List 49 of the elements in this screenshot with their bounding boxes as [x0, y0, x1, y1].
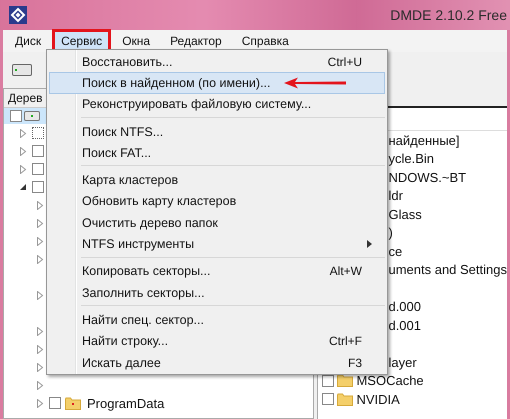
file-name[interactable]: NVIDIA [356, 392, 400, 407]
checkbox[interactable] [32, 127, 44, 139]
window-title: DMDE 2.10.2 Free [390, 7, 507, 23]
menu-item[interactable]: Заполнить секторы... [49, 282, 385, 304]
file-name[interactable]: d.001 [388, 318, 422, 333]
menu-bar-item[interactable]: Диск [6, 29, 50, 53]
checkbox[interactable] [49, 397, 61, 409]
file-name[interactable]: ce [388, 244, 402, 259]
folder-icon [337, 374, 354, 388]
file-name[interactable]: ) [388, 225, 393, 240]
panel-header: Дерев [8, 91, 43, 105]
menu-item[interactable]: Искать далее F3 [49, 352, 385, 374]
drive-icon [24, 111, 40, 121]
menu-bar-item[interactable]: Редактор [161, 29, 231, 53]
menu-item[interactable]: Копировать секторы... Alt+W [49, 260, 385, 282]
checkbox[interactable] [10, 110, 22, 122]
diamond-icon [9, 6, 27, 24]
menu-item[interactable]: Восстановить... Ctrl+U [49, 51, 385, 72]
folder-icon [337, 392, 354, 406]
file-name[interactable]: ycle.Bin [388, 151, 434, 166]
menu-item[interactable]: Реконструировать файловую систему... [49, 94, 385, 115]
menu-bar-item[interactable]: Окна [113, 29, 160, 53]
checkbox[interactable] [32, 163, 44, 175]
menu-bar-item[interactable]: Справка [232, 29, 298, 53]
menu-item[interactable]: NTFS инструменты [49, 233, 385, 255]
menu-item[interactable]: Поиск FAT... [49, 142, 385, 164]
file-name[interactable]: MSOCache [356, 373, 424, 388]
expander-icon[interactable] [18, 183, 28, 191]
menu-item[interactable]: Поиск NTFS... [49, 120, 385, 142]
menu-item[interactable]: Найти спец. сектор... [49, 309, 385, 331]
drive-icon[interactable] [12, 64, 32, 76]
tree-item-label[interactable]: ProgramData [87, 396, 164, 410]
menu-item[interactable]: Карта кластеров [49, 169, 385, 191]
checkbox[interactable] [32, 145, 44, 157]
file-name[interactable]: найденные] [388, 132, 460, 148]
checkbox[interactable] [322, 374, 334, 387]
file-name[interactable]: uments and Settings [388, 262, 507, 278]
checkbox[interactable] [32, 181, 44, 193]
menu-item[interactable]: Обновить карту кластеров [49, 190, 385, 212]
checkbox[interactable] [322, 393, 334, 406]
menu-item[interactable]: Поиск в найденном (по имени)... [49, 72, 385, 94]
file-name[interactable]: ldr [388, 188, 403, 204]
menu-item[interactable]: Найти строку... Ctrl+F [49, 330, 385, 352]
menu-item[interactable]: Очистить дерево папок [49, 212, 385, 234]
file-name[interactable]: layer [388, 354, 417, 370]
file-name[interactable]: NDOWS.~BT [388, 170, 466, 185]
file-name[interactable]: d.000 [388, 299, 422, 314]
folder-icon [65, 396, 81, 410]
file-name[interactable]: Glass [388, 206, 422, 222]
